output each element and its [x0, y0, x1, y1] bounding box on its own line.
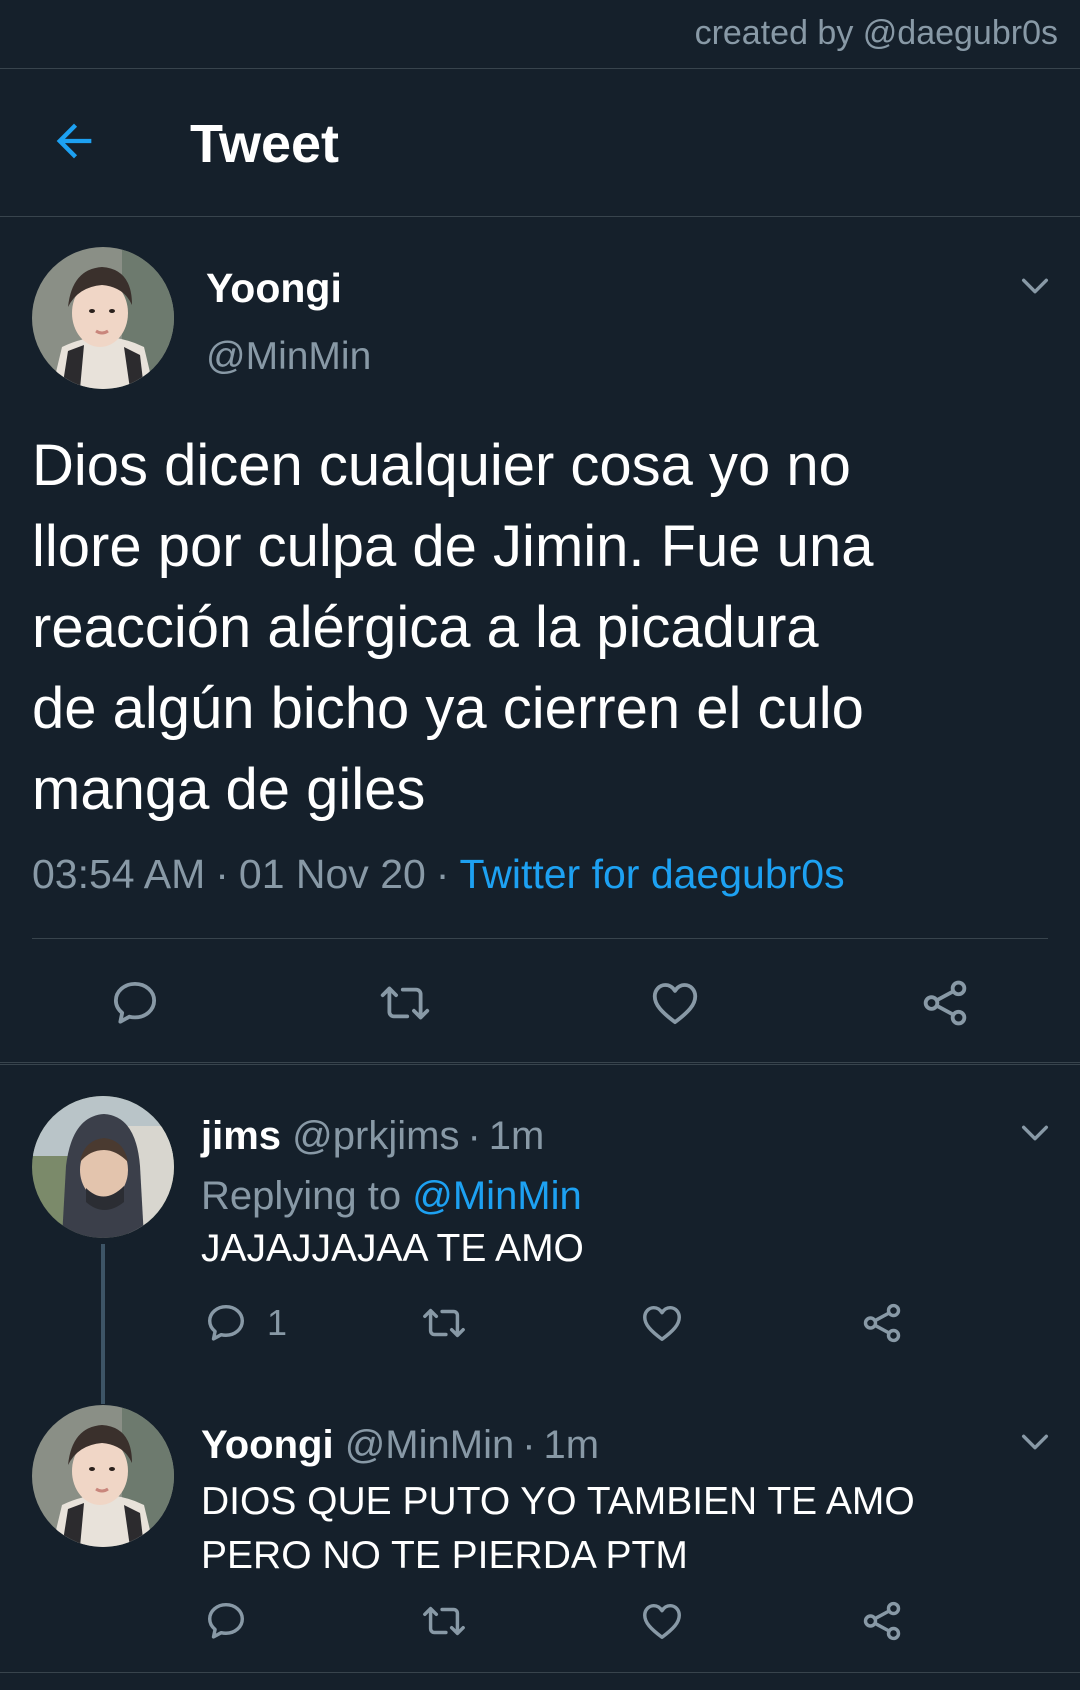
back-button[interactable] [48, 115, 100, 167]
reply-text: DIOS QUE PUTO YO TAMBIEN TE AMO PERO NO … [201, 1480, 915, 1577]
reply-author-name[interactable]: jims [201, 1114, 281, 1158]
reply-menu-button[interactable] [1018, 1425, 1052, 1459]
heart-icon[interactable] [648, 976, 702, 1030]
tweet-text: Dios dicen cualquier cosa yo no llore po… [32, 433, 874, 822]
avatar[interactable] [32, 1405, 174, 1547]
page-title: Tweet [190, 114, 340, 174]
avatar-photo [32, 1405, 174, 1547]
divider [32, 938, 1048, 939]
share-icon[interactable] [859, 1598, 905, 1644]
divider [0, 1064, 1080, 1065]
heart-icon[interactable] [639, 1598, 685, 1644]
retweet-icon[interactable] [419, 1300, 469, 1346]
chevron-down-icon[interactable] [1018, 1116, 1052, 1150]
tweet-date: 01 Nov 20 [238, 851, 426, 897]
replying-to-label: Replying to [201, 1174, 402, 1218]
like-button[interactable] [639, 1598, 685, 1644]
meta-separator: · [435, 851, 450, 897]
reply-button[interactable] [108, 976, 162, 1030]
reply-bubble-icon[interactable] [203, 1300, 249, 1346]
chevron-down-icon[interactable] [1018, 1425, 1052, 1459]
reply-header: Yoongi @MinMin · 1m [201, 1423, 599, 1468]
retweet-icon[interactable] [376, 976, 434, 1030]
tweet-source-link[interactable]: Twitter for daegubr0s [459, 851, 844, 897]
heart-icon[interactable] [639, 1300, 685, 1346]
header: Tweet [0, 69, 1080, 217]
arrow-left-icon[interactable] [48, 115, 100, 167]
like-button[interactable] [648, 976, 702, 1030]
reply-bubble-icon[interactable] [203, 1598, 249, 1644]
author-name[interactable]: Yoongi [206, 265, 342, 312]
thread-line [101, 1244, 105, 1404]
avatar-photo [32, 1096, 174, 1238]
retweet-button[interactable] [376, 976, 434, 1030]
main-tweet: Yoongi @MinMin Dios dicen cualquier cosa… [0, 217, 1080, 1063]
replying-to-line: Replying to @MinMin [201, 1174, 582, 1219]
reply-dot: · [522, 1423, 536, 1467]
reply-time: 1m [488, 1114, 545, 1158]
tweet-meta: 03:54 AM · 01 Nov 20 · Twitter for daegubr0s [32, 851, 845, 898]
reply-header: jims @prkjims · 1m [201, 1114, 544, 1159]
share-icon[interactable] [918, 976, 972, 1030]
reply-bubble-icon[interactable] [108, 976, 162, 1030]
reply-menu-button[interactable] [1018, 1116, 1052, 1150]
meta-separator: · [215, 851, 229, 897]
reply-text: JAJAJJAJAA TE AMO [201, 1227, 584, 1270]
reply-time: 1m [543, 1423, 600, 1467]
reply-count: 1 [267, 1302, 288, 1343]
chevron-down-icon[interactable] [1018, 269, 1052, 303]
reply-button[interactable]: 1 [203, 1300, 287, 1346]
reply-button[interactable] [203, 1598, 249, 1644]
reply-author-handle[interactable]: @MinMin [345, 1423, 515, 1467]
author-handle[interactable]: @MinMin [206, 335, 371, 379]
reply-dot: · [467, 1114, 481, 1158]
divider [0, 1672, 1080, 1673]
reply-author-name[interactable]: Yoongi [201, 1423, 334, 1467]
retweet-icon[interactable] [419, 1598, 469, 1644]
retweet-button[interactable] [419, 1300, 469, 1346]
avatar[interactable] [32, 1096, 174, 1238]
avatar-photo [32, 247, 174, 389]
credit-text: created by @daegubr0s [694, 14, 1058, 52]
retweet-button[interactable] [419, 1598, 469, 1644]
share-button[interactable] [859, 1598, 905, 1644]
like-button[interactable] [639, 1300, 685, 1346]
reply-author-handle[interactable]: @prkjims [292, 1114, 459, 1158]
tweet-time: 03:54 AM [32, 851, 206, 897]
tweet-menu-button[interactable] [1018, 269, 1052, 303]
avatar[interactable] [32, 247, 174, 389]
replying-to-mention[interactable]: @MinMin [412, 1174, 582, 1218]
share-icon[interactable] [859, 1300, 905, 1346]
share-button[interactable] [918, 976, 972, 1030]
share-button[interactable] [859, 1300, 905, 1346]
credit-bar: created by @daegubr0s [0, 0, 1080, 69]
